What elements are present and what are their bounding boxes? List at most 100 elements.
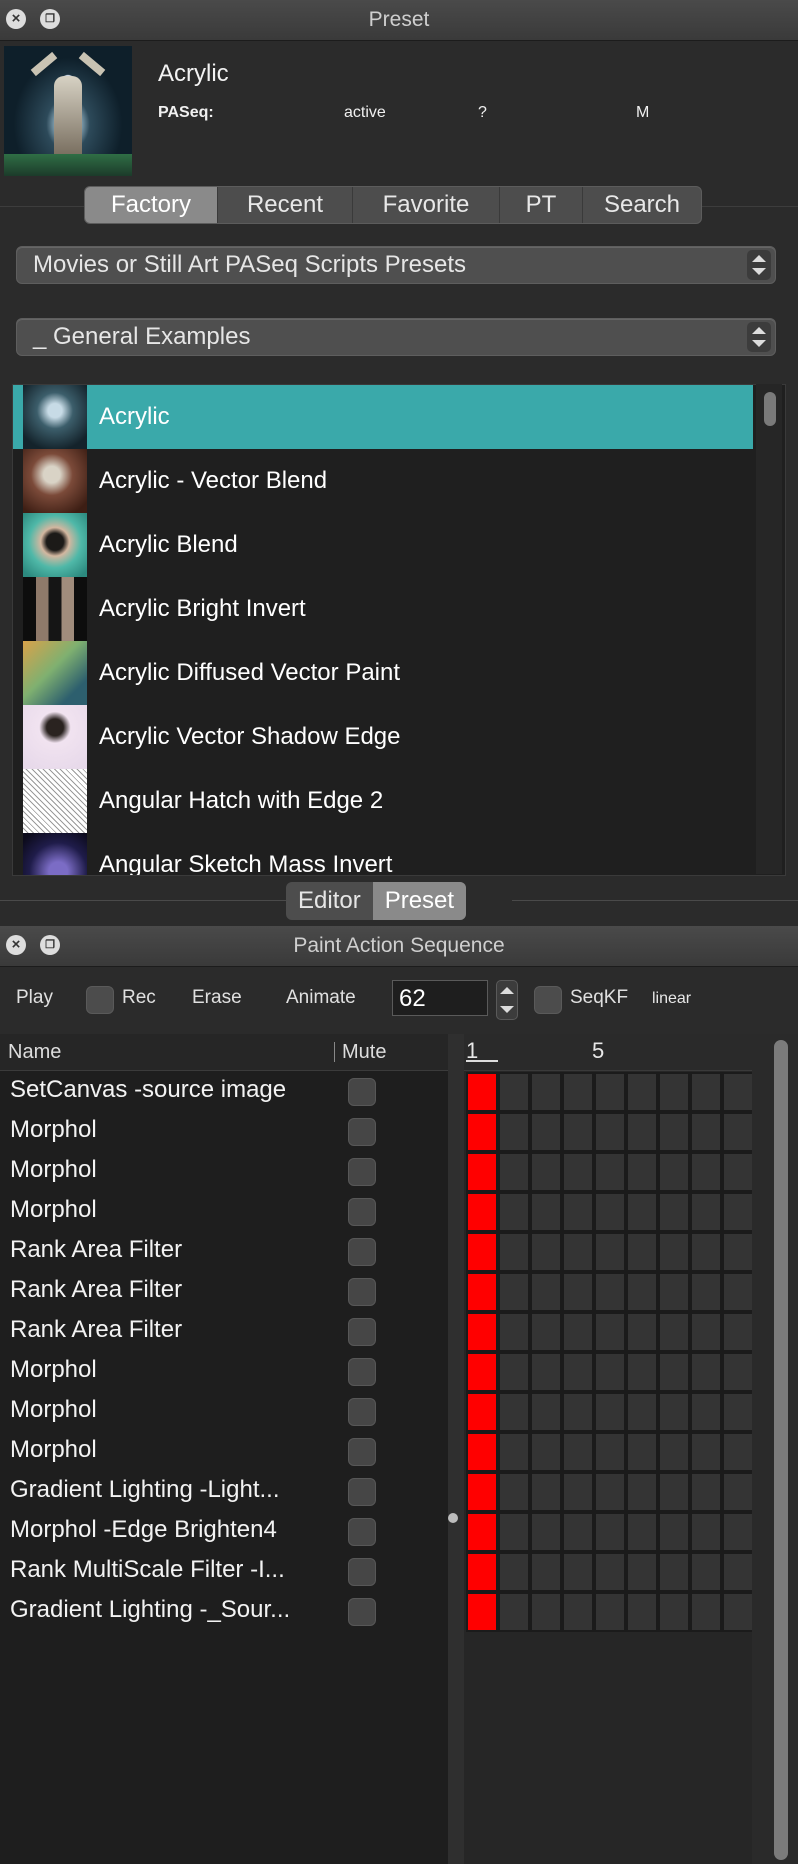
list-item[interactable]: Acrylic - Vector Blend [13,449,753,513]
keyframe-cell[interactable] [562,1312,594,1352]
keyframe-cell[interactable] [658,1232,690,1272]
keyframe-cell[interactable] [594,1552,626,1592]
editor-button[interactable]: Editor [286,882,373,920]
tab-pt[interactable]: PT [500,187,583,223]
keyframe-cell[interactable] [498,1512,530,1552]
keyframe-cell[interactable] [562,1232,594,1272]
table-row[interactable]: Morphol [0,1430,448,1470]
tab-recent[interactable]: Recent [218,187,353,223]
keyframe-cell[interactable] [594,1312,626,1352]
play-button[interactable]: Play [16,987,53,1009]
table-row[interactable]: Gradient Lighting -Light... [0,1470,448,1510]
keyframe-cell[interactable] [626,1352,658,1392]
mute-checkbox[interactable] [348,1278,376,1306]
keyframe-cell[interactable] [658,1552,690,1592]
keyframe-cell[interactable] [690,1552,722,1592]
keyframe-cell[interactable] [530,1432,562,1472]
keyframe-cell[interactable] [626,1432,658,1472]
keyframe-cell[interactable] [594,1072,626,1112]
preset-button[interactable]: Preset [372,882,467,920]
table-row[interactable]: Morphol [0,1150,448,1190]
keyframe-cell-active[interactable] [466,1512,498,1552]
keyframe-cell[interactable] [722,1232,754,1272]
table-row[interactable]: Morphol -Edge Brighten4 [0,1510,448,1550]
keyframe-cell-active[interactable] [466,1192,498,1232]
mute-checkbox[interactable] [348,1558,376,1586]
keyframe-cell-active[interactable] [466,1552,498,1592]
keyframe-cell-active[interactable] [466,1472,498,1512]
keyframe-cell[interactable] [658,1512,690,1552]
mute-checkbox[interactable] [348,1598,376,1626]
keyframe-cell[interactable] [722,1312,754,1352]
keyframe-cell[interactable] [562,1072,594,1112]
keyframe-cell[interactable] [594,1152,626,1192]
keyframe-cell[interactable] [530,1072,562,1112]
table-row[interactable]: Rank Area Filter [0,1270,448,1310]
list-item[interactable]: Acrylic Diffused Vector Paint [13,641,753,705]
keyframe-cell[interactable] [722,1272,754,1312]
keyframe-cell[interactable] [658,1192,690,1232]
keyframe-cell[interactable] [658,1312,690,1352]
frame-count-input[interactable]: 62 [392,980,488,1016]
keyframe-cell[interactable] [626,1272,658,1312]
mute-checkbox[interactable] [348,1118,376,1146]
table-row[interactable]: Rank Area Filter [0,1310,448,1350]
list-item[interactable]: Acrylic Blend [13,513,753,577]
keyframe-cell[interactable] [722,1392,754,1432]
keyframe-cell[interactable] [562,1112,594,1152]
frame-stepper[interactable] [496,980,518,1020]
keyframe-cell[interactable] [690,1152,722,1192]
keyframe-cell[interactable] [594,1192,626,1232]
keyframe-cell[interactable] [722,1192,754,1232]
keyframe-cell[interactable] [658,1472,690,1512]
keyframe-cell[interactable] [626,1152,658,1192]
list-item[interactable]: Acrylic Bright Invert [13,577,753,641]
keyframe-cell[interactable] [530,1272,562,1312]
column-name-header[interactable]: Name [8,1034,61,1070]
keyframe-cell[interactable] [658,1352,690,1392]
keyframe-cell[interactable] [498,1072,530,1112]
keyframe-cell[interactable] [498,1392,530,1432]
keyframe-cell[interactable] [658,1112,690,1152]
keyframe-cell[interactable] [722,1352,754,1392]
keyframe-cell[interactable] [690,1072,722,1112]
keyframe-cell[interactable] [626,1512,658,1552]
keyframe-cell[interactable] [594,1432,626,1472]
keyframe-cell[interactable] [626,1552,658,1592]
keyframe-cell[interactable] [690,1192,722,1232]
mute-checkbox[interactable] [348,1318,376,1346]
subcategory-dropdown[interactable]: _ General Examples [16,318,776,356]
keyframe-cell-active[interactable] [466,1152,498,1192]
split-handle[interactable] [448,1034,464,1864]
keyframe-cell[interactable] [626,1232,658,1272]
keyframe-cell[interactable] [530,1192,562,1232]
keyframe-cell[interactable] [658,1272,690,1312]
keyframe-cell[interactable] [658,1432,690,1472]
mute-checkbox[interactable] [348,1198,376,1226]
mute-checkbox[interactable] [348,1238,376,1266]
keyframe-cell-active[interactable] [466,1312,498,1352]
tab-factory[interactable]: Factory [85,187,218,223]
keyframe-cell[interactable] [690,1472,722,1512]
keyframe-cell[interactable] [530,1472,562,1512]
keyframe-cell[interactable] [690,1512,722,1552]
keyframe-cell[interactable] [498,1232,530,1272]
keyframe-cell-active[interactable] [466,1392,498,1432]
keyframe-cell[interactable] [530,1312,562,1352]
seqkf-checkbox[interactable] [534,986,562,1014]
keyframe-cell[interactable] [530,1552,562,1592]
keyframe-cell[interactable] [498,1592,530,1632]
keyframe-cell[interactable] [530,1112,562,1152]
keyframe-cell[interactable] [498,1192,530,1232]
mute-checkbox[interactable] [348,1518,376,1546]
preset-list-scrollbar[interactable] [756,384,782,874]
keyframe-cell[interactable] [594,1232,626,1272]
keyframe-cell[interactable] [594,1472,626,1512]
tab-search[interactable]: Search [583,187,701,223]
keyframe-cell[interactable] [690,1592,722,1632]
keyframe-cell[interactable] [722,1152,754,1192]
keyframe-cell[interactable] [626,1312,658,1352]
keyframe-cell[interactable] [658,1152,690,1192]
keyframe-cell[interactable] [690,1112,722,1152]
keyframe-cell[interactable] [562,1392,594,1432]
